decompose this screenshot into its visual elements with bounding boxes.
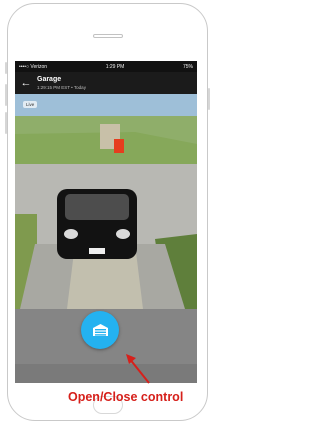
power-button [208, 88, 210, 110]
app-bar: ← Garage 1:29:15 PM EST • Today [15, 72, 197, 94]
mute-switch [5, 62, 7, 74]
back-arrow-icon[interactable]: ← [15, 72, 37, 94]
volume-up-button [5, 84, 7, 106]
clock: 1:29 PM [105, 63, 125, 70]
timestamp: 1:29:15 PM EST • Today [37, 84, 86, 90]
page-title: Garage [37, 75, 62, 83]
earpiece-speaker [93, 34, 123, 38]
annotation-arrow [126, 354, 150, 384]
battery-label: 75% [182, 63, 193, 70]
live-badge: Live [23, 101, 38, 108]
carrier-label: ••••○ Verizon [19, 63, 48, 70]
parked-car [57, 189, 137, 259]
annotation-caption: Open/Close control [68, 390, 184, 404]
garage-door-icon [92, 324, 108, 336]
open-close-button[interactable] [81, 311, 119, 349]
status-bar: ••••○ Verizon 1:29 PM 75% [15, 61, 197, 72]
volume-down-button [5, 112, 7, 134]
phone-screen: ••••○ Verizon 1:29 PM 75% ← Garage 1:29:… [15, 61, 197, 383]
